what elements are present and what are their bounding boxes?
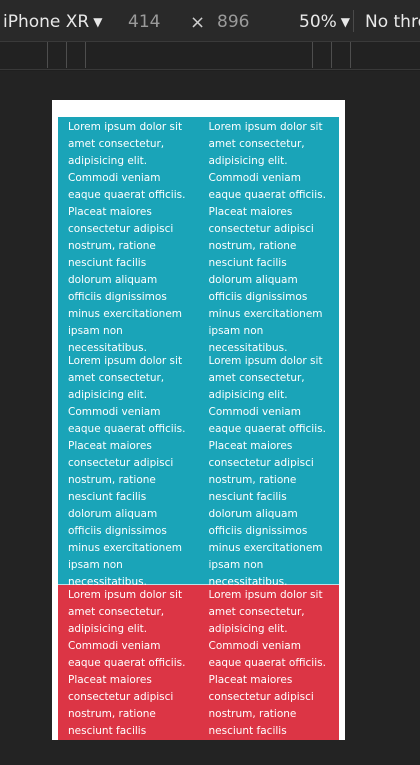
text-column: Lorem ipsum dolor sit amet consectetur, … — [68, 121, 186, 354]
ruler-tick — [312, 42, 313, 68]
ruler-tick — [331, 42, 332, 68]
text-column: Lorem ipsum dolor sit amet consectetur, … — [208, 589, 326, 737]
page-content: Lorem ipsum dolor sit amet consectetur, … — [58, 117, 339, 740]
ruler-tick — [47, 42, 48, 68]
device-viewport[interactable]: Lorem ipsum dolor sit amet consectetur, … — [52, 100, 345, 740]
zoom-value: 50% — [299, 12, 337, 32]
teal-row: Lorem ipsum dolor sit amet consectetur, … — [58, 117, 339, 354]
height-input[interactable] — [217, 8, 277, 36]
teal-row: Lorem ipsum dolor sit amet consectetur, … — [58, 351, 339, 588]
zoom-select[interactable]: 50% ▼ — [299, 12, 350, 32]
media-query-bar[interactable] — [0, 42, 420, 70]
ruler-tick — [85, 42, 86, 68]
text-column: Lorem ipsum dolor sit amet consectetur, … — [68, 589, 186, 737]
device-toolbar: iPhone XR ▼ × 50% ▼ No thro — [0, 0, 420, 42]
throttle-label: No thro — [365, 12, 420, 32]
text-column: Lorem ipsum dolor sit amet consectetur, … — [68, 355, 186, 588]
chevron-down-icon: ▼ — [93, 15, 103, 29]
text-column: Lorem ipsum dolor sit amet consectetur, … — [208, 121, 326, 354]
toolbar-divider — [353, 10, 354, 32]
red-row: Lorem ipsum dolor sit amet consectetur, … — [58, 585, 339, 740]
ruler-tick — [350, 42, 351, 68]
throttle-select[interactable]: No thro — [365, 12, 420, 32]
width-input[interactable] — [128, 8, 188, 36]
device-name: iPhone XR — [3, 12, 90, 32]
chevron-down-icon: ▼ — [340, 15, 351, 29]
times-icon: × — [190, 12, 206, 33]
text-column: Lorem ipsum dolor sit amet consectetur, … — [208, 355, 326, 588]
ruler-tick — [66, 42, 67, 68]
device-select[interactable]: iPhone XR ▼ — [3, 12, 102, 32]
viewport-area: Lorem ipsum dolor sit amet consectetur, … — [0, 71, 420, 765]
